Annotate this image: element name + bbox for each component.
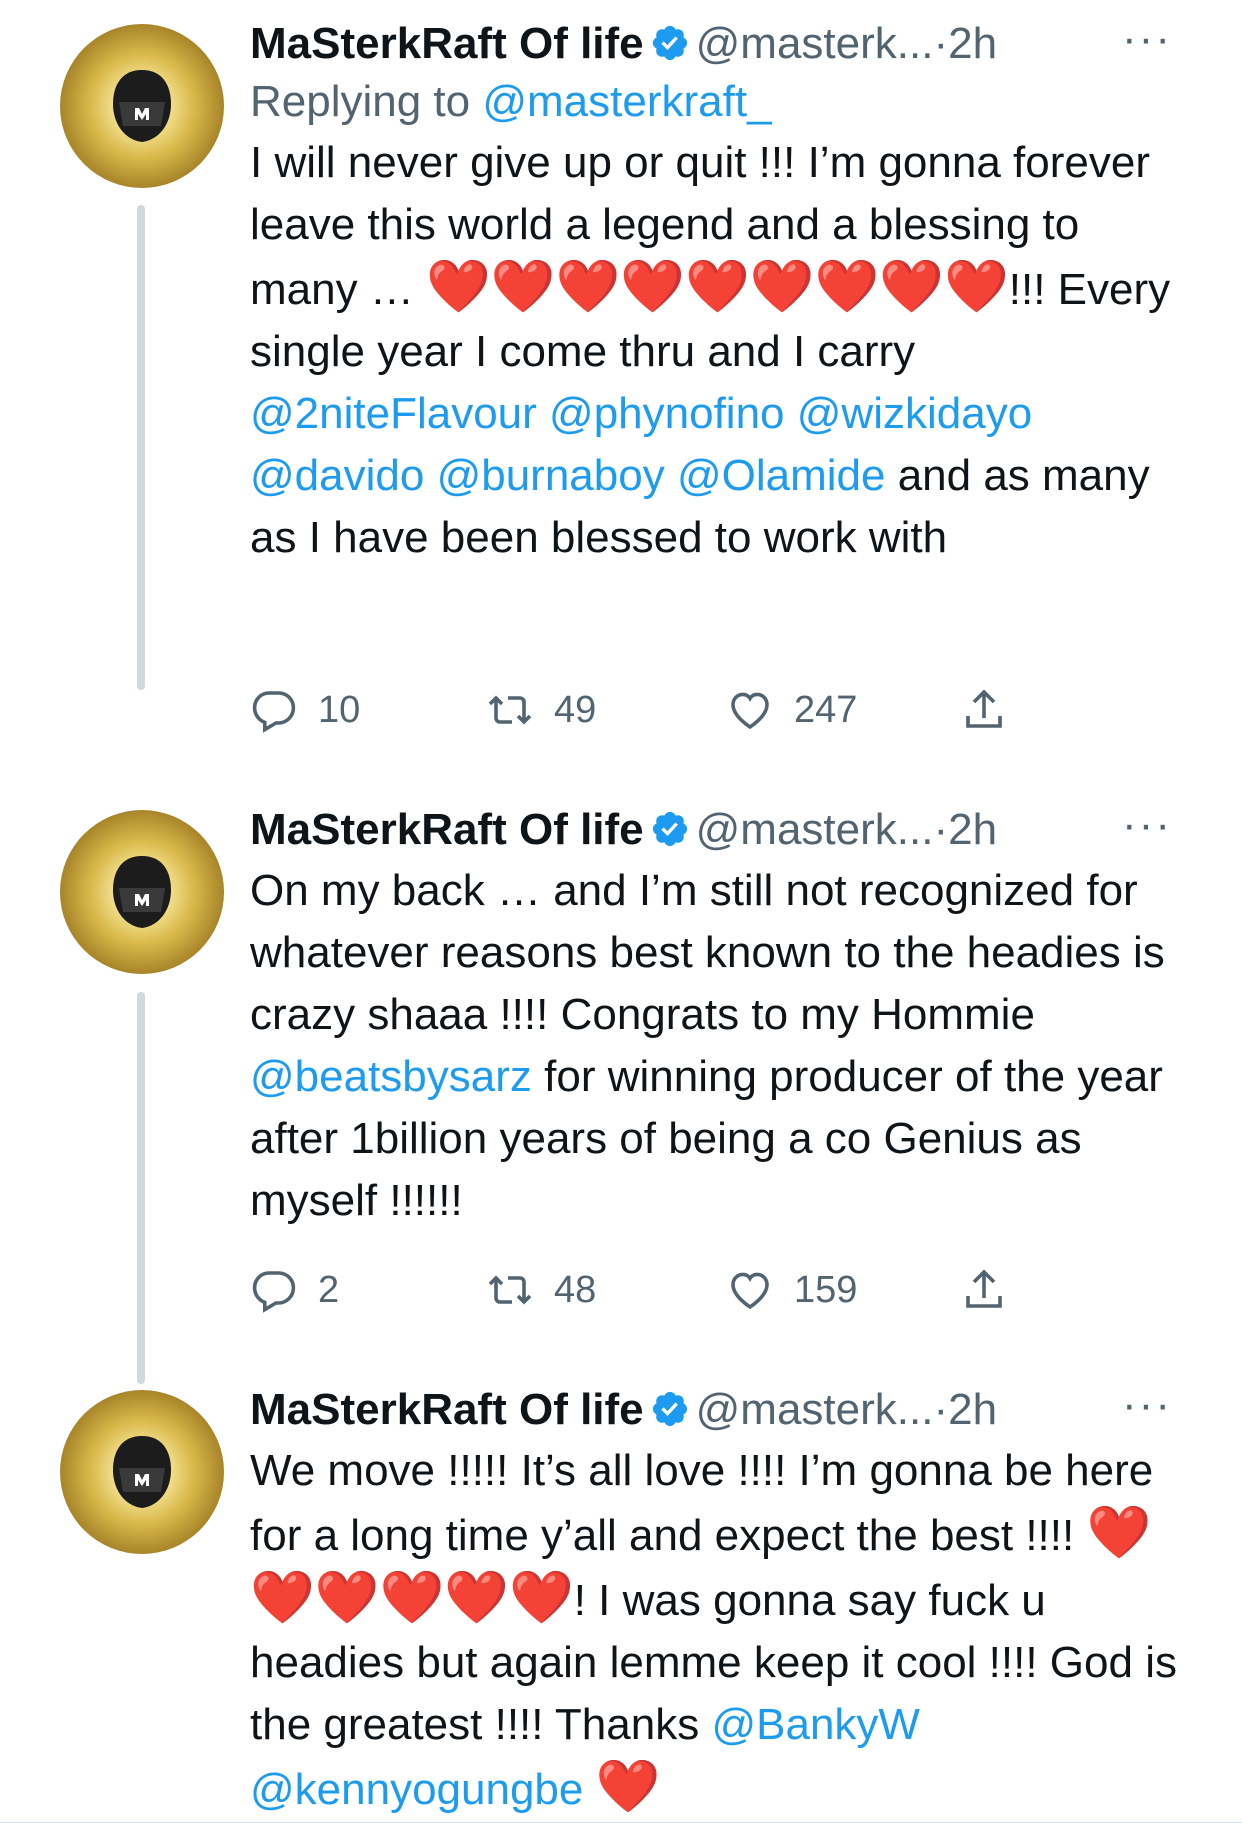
verified-badge-icon	[652, 26, 687, 61]
retweet-icon	[488, 695, 532, 725]
reply-count: 2	[318, 1268, 340, 1311]
text-segment: On my back … and I’m still not recognize…	[250, 866, 1165, 1039]
tweet-header: MaSterkRaft Of life @masterk...·2h ···	[250, 1380, 1242, 1440]
tweet-text: I will never give up or quit !!! I’m gon…	[250, 132, 1190, 569]
verified-badge-icon	[652, 812, 687, 847]
separator-dot: ·	[933, 1385, 949, 1434]
avatar[interactable]	[60, 24, 224, 188]
like-button[interactable]: 247	[726, 680, 857, 740]
tweet-header: MaSterkRaft Of life @masterk...·2h ···	[250, 14, 1242, 74]
share-icon	[966, 1269, 1002, 1308]
reply-icon	[252, 691, 296, 733]
heart-emojis: ❤️	[595, 1758, 661, 1816]
timestamp[interactable]: 2h	[948, 19, 997, 68]
reply-button[interactable]: 10	[250, 680, 360, 740]
more-icon[interactable]: ···	[1122, 800, 1172, 860]
mention-link[interactable]: @2niteFlavour	[250, 389, 537, 438]
display-name[interactable]: MaSterkRaft Of life	[250, 1385, 644, 1434]
mention-link[interactable]: @BankyW	[711, 1700, 919, 1749]
retweet-icon	[488, 1275, 532, 1305]
mention-link[interactable]: @burnaboy	[437, 451, 665, 500]
share-button[interactable]	[960, 1260, 1028, 1320]
handle[interactable]: @masterk...	[696, 1385, 934, 1434]
reply-icon	[252, 1271, 296, 1313]
share-button[interactable]	[960, 680, 1028, 740]
more-icon[interactable]: ···	[1122, 1380, 1172, 1440]
retweet-count: 48	[554, 1268, 597, 1311]
replying-prefix: Replying to	[250, 77, 483, 126]
replying-to: Replying to @masterkraft_	[250, 72, 772, 132]
avatar-helmet-icon	[113, 1436, 171, 1508]
avatar-helmet-icon	[113, 856, 171, 928]
verified-badge-icon	[652, 1392, 687, 1427]
action-bar: 2 48 159	[250, 1260, 1050, 1320]
heart-emojis: ❤️❤️❤️❤️❤️❤️❤️❤️❤️	[426, 258, 1009, 316]
reply-count: 10	[318, 688, 361, 731]
retweet-count: 49	[554, 688, 597, 731]
mention-link[interactable]: @kennyogungbe	[250, 1765, 583, 1814]
mention-link[interactable]: @beatsbysarz	[250, 1052, 532, 1101]
display-name[interactable]: MaSterkRaft Of life	[250, 19, 644, 68]
like-count: 247	[794, 688, 858, 731]
reply-button[interactable]: 2	[250, 1260, 339, 1320]
mention-link[interactable]: @wizkidayo	[797, 389, 1032, 438]
avatar[interactable]	[60, 1390, 224, 1554]
text-segment: We move !!!!! It’s all love !!!! I’m gon…	[250, 1446, 1154, 1560]
thread-line	[137, 205, 145, 690]
avatar[interactable]	[60, 810, 224, 974]
tweet-text: We move !!!!! It’s all love !!!! I’m gon…	[250, 1440, 1190, 1821]
like-icon	[731, 692, 769, 730]
separator-dot: ·	[933, 805, 949, 854]
mention-link[interactable]: @phynofino	[549, 389, 785, 438]
mention-link[interactable]: @Olamide	[677, 451, 886, 500]
handle[interactable]: @masterk...	[696, 805, 934, 854]
timestamp[interactable]: 2h	[948, 805, 997, 854]
retweet-button[interactable]: 49	[486, 680, 596, 740]
tweet-text: On my back … and I’m still not recognize…	[250, 860, 1190, 1232]
retweet-button[interactable]: 48	[486, 1260, 596, 1320]
more-icon[interactable]: ···	[1122, 14, 1172, 74]
display-name[interactable]: MaSterkRaft Of life	[250, 805, 644, 854]
thread-line	[137, 992, 145, 1384]
timestamp[interactable]: 2h	[948, 1385, 997, 1434]
separator-dot: ·	[933, 19, 949, 68]
mention-link[interactable]: @davido	[250, 451, 424, 500]
avatar-helmet-icon	[113, 70, 171, 142]
like-icon	[731, 1272, 769, 1310]
replying-mention[interactable]: @masterkraft_	[482, 77, 771, 126]
tweet-header: MaSterkRaft Of life @masterk...·2h ···	[250, 800, 1242, 860]
handle[interactable]: @masterk...	[696, 19, 934, 68]
share-icon	[966, 689, 1002, 728]
like-count: 159	[794, 1268, 858, 1311]
action-bar: 10 49 247	[250, 680, 1050, 740]
like-button[interactable]: 159	[726, 1260, 857, 1320]
